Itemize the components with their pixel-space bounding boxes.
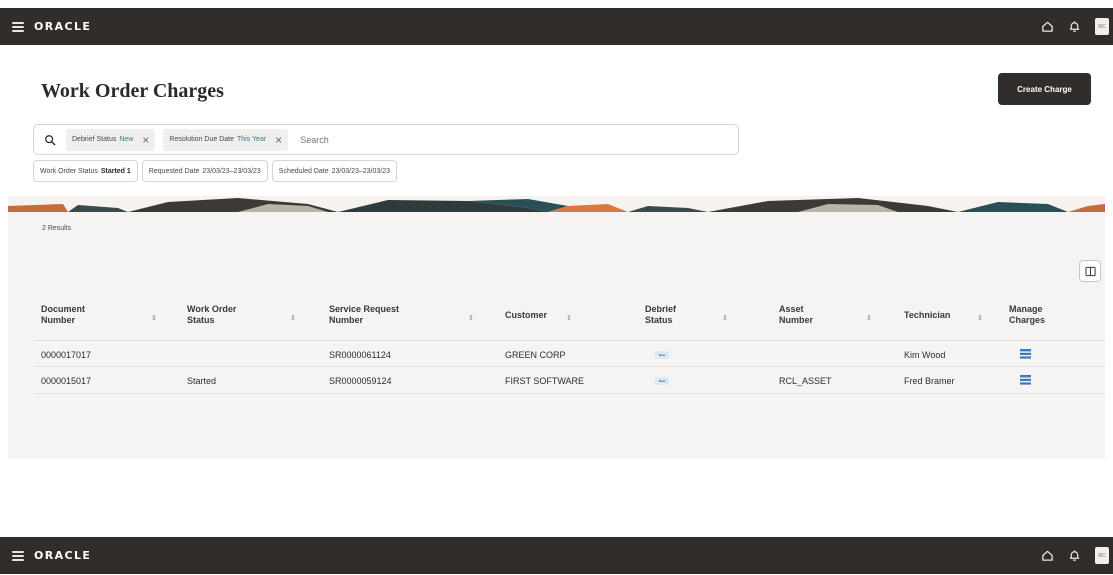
column-header-asset-number[interactable]: Asset Number bbox=[779, 304, 813, 326]
cell-document-number: 0000015017 bbox=[41, 376, 92, 386]
column-header-line: Number bbox=[41, 314, 76, 325]
filter-chip-resolution-due-date[interactable]: Resolution Due Date This Year × bbox=[163, 128, 289, 151]
chip-label: Work Order Status bbox=[40, 167, 98, 175]
chip-label: Requested Date bbox=[148, 167, 200, 175]
table-row[interactable]: 0000015017 Started SR0000059124 FIRST SO… bbox=[33, 367, 1105, 394]
chip-value: 23/03/23–23/03/23 bbox=[202, 167, 261, 175]
column-header-line: Service Request bbox=[329, 304, 400, 314]
work-order-charges-table: Document Number ⇕ Work Order Status ⇕ Serv… bbox=[33, 298, 1105, 394]
filter-chip-label: Resolution Due Date bbox=[169, 136, 234, 143]
sort-icon[interactable]: ⇕ bbox=[566, 314, 572, 322]
chip-scheduled-date[interactable]: Scheduled Date 23/03/23–23/03/23 bbox=[271, 160, 398, 182]
table-row[interactable]: 0000017017 SR0000061124 GREEN CORP New K… bbox=[33, 340, 1105, 367]
chip-requested-date[interactable]: Requested Date 23/03/23–23/03/23 bbox=[141, 160, 268, 182]
debrief-status-badge: New bbox=[655, 377, 670, 385]
top-navigation-bar: ORACLE RC bbox=[0, 8, 1113, 45]
cell-technician: Fred Bramer bbox=[904, 376, 955, 386]
sort-icon[interactable]: ⇕ bbox=[977, 314, 983, 322]
column-header-line: Work Order bbox=[187, 304, 237, 314]
bottom-navigation-bar: ORACLE RC bbox=[0, 537, 1113, 574]
column-header-line: Customer bbox=[505, 310, 548, 320]
column-header-work-order-status[interactable]: Work Order Status bbox=[187, 304, 236, 326]
column-header-manage-charges: Manage Charges bbox=[1009, 304, 1045, 326]
column-header-line: Document bbox=[41, 304, 86, 314]
close-icon[interactable]: × bbox=[142, 134, 149, 146]
cell-work-order-status: Started bbox=[187, 376, 217, 386]
hamburger-menu-icon[interactable] bbox=[12, 550, 24, 561]
debrief-status-badge: New bbox=[655, 351, 670, 359]
close-icon[interactable]: × bbox=[275, 134, 282, 146]
decorative-banner bbox=[8, 196, 1105, 212]
cell-technician: Kim Wood bbox=[904, 350, 946, 360]
search-icon bbox=[45, 134, 56, 145]
search-input[interactable] bbox=[300, 134, 501, 145]
columns-icon bbox=[1084, 266, 1096, 276]
cell-service-request-number: SR0000059124 bbox=[329, 376, 392, 386]
column-header-line: Number bbox=[779, 314, 814, 325]
create-charge-button[interactable]: Create Charge bbox=[998, 73, 1091, 105]
page-title: Work Order Charges bbox=[41, 80, 224, 102]
column-header-line: Status bbox=[187, 314, 215, 325]
column-header-debrief-status[interactable]: Debrief Status bbox=[645, 304, 676, 326]
chip-value: Started 1 bbox=[100, 167, 131, 175]
column-header-line: Charges bbox=[1009, 314, 1046, 325]
results-count: 2 Results bbox=[42, 225, 72, 232]
column-header-technician[interactable]: Technician bbox=[904, 310, 950, 321]
column-header-line: Technician bbox=[904, 310, 951, 320]
column-settings-button[interactable] bbox=[1079, 260, 1101, 282]
column-header-line: Manage bbox=[1009, 304, 1043, 314]
hamburger-menu-icon[interactable] bbox=[12, 21, 24, 32]
cell-customer: GREEN CORP bbox=[505, 350, 566, 360]
search-bar: Debrief Status New × Resolution Due Date… bbox=[33, 124, 739, 155]
sort-icon[interactable]: ⇕ bbox=[290, 314, 296, 322]
user-avatar[interactable]: RC bbox=[1095, 547, 1109, 564]
user-avatar[interactable]: RC bbox=[1095, 18, 1109, 35]
chip-value: 23/03/23–23/03/23 bbox=[331, 167, 391, 175]
manage-charges-icon[interactable] bbox=[1020, 375, 1031, 385]
quick-filter-chips: Work Order Status Started 1 Requested Da… bbox=[33, 160, 398, 182]
filter-chip-value: This Year bbox=[236, 136, 267, 143]
oracle-logo: ORACLE bbox=[34, 549, 92, 562]
sort-icon[interactable]: ⇕ bbox=[468, 314, 474, 322]
cell-document-number: 0000017017 bbox=[41, 350, 92, 360]
filter-chip-debrief-status[interactable]: Debrief Status New × bbox=[66, 128, 156, 151]
filter-chip-value: New bbox=[119, 136, 134, 143]
manage-charges-icon[interactable] bbox=[1020, 349, 1031, 359]
cell-asset-number: RCL_ASSET bbox=[779, 376, 832, 386]
sort-icon[interactable]: ⇕ bbox=[151, 314, 157, 322]
home-icon[interactable] bbox=[1041, 549, 1054, 562]
column-header-service-request-number[interactable]: Service Request Number bbox=[329, 304, 399, 326]
sort-icon[interactable]: ⇕ bbox=[866, 314, 872, 322]
banner-pattern bbox=[8, 198, 1105, 212]
column-header-customer[interactable]: Customer bbox=[505, 310, 547, 321]
bell-icon[interactable] bbox=[1068, 549, 1081, 562]
bell-icon[interactable] bbox=[1068, 20, 1081, 33]
column-header-document-number[interactable]: Document Number bbox=[41, 304, 85, 326]
cell-service-request-number: SR0000061124 bbox=[329, 350, 391, 360]
column-header-line: Status bbox=[645, 314, 673, 325]
column-header-line: Asset bbox=[779, 304, 804, 314]
home-icon[interactable] bbox=[1041, 20, 1054, 33]
chip-label: Scheduled Date bbox=[278, 167, 329, 175]
cell-customer: FIRST SOFTWARE bbox=[505, 376, 585, 386]
chip-work-order-status[interactable]: Work Order Status Started 1 bbox=[33, 160, 138, 182]
column-header-line: Number bbox=[329, 314, 364, 325]
oracle-logo: ORACLE bbox=[34, 20, 92, 33]
column-header-line: Debrief bbox=[645, 304, 677, 314]
sort-icon[interactable]: ⇕ bbox=[722, 314, 728, 322]
filter-chip-label: Debrief Status bbox=[72, 136, 117, 143]
table-header: Document Number ⇕ Work Order Status ⇕ Serv… bbox=[33, 298, 1105, 340]
